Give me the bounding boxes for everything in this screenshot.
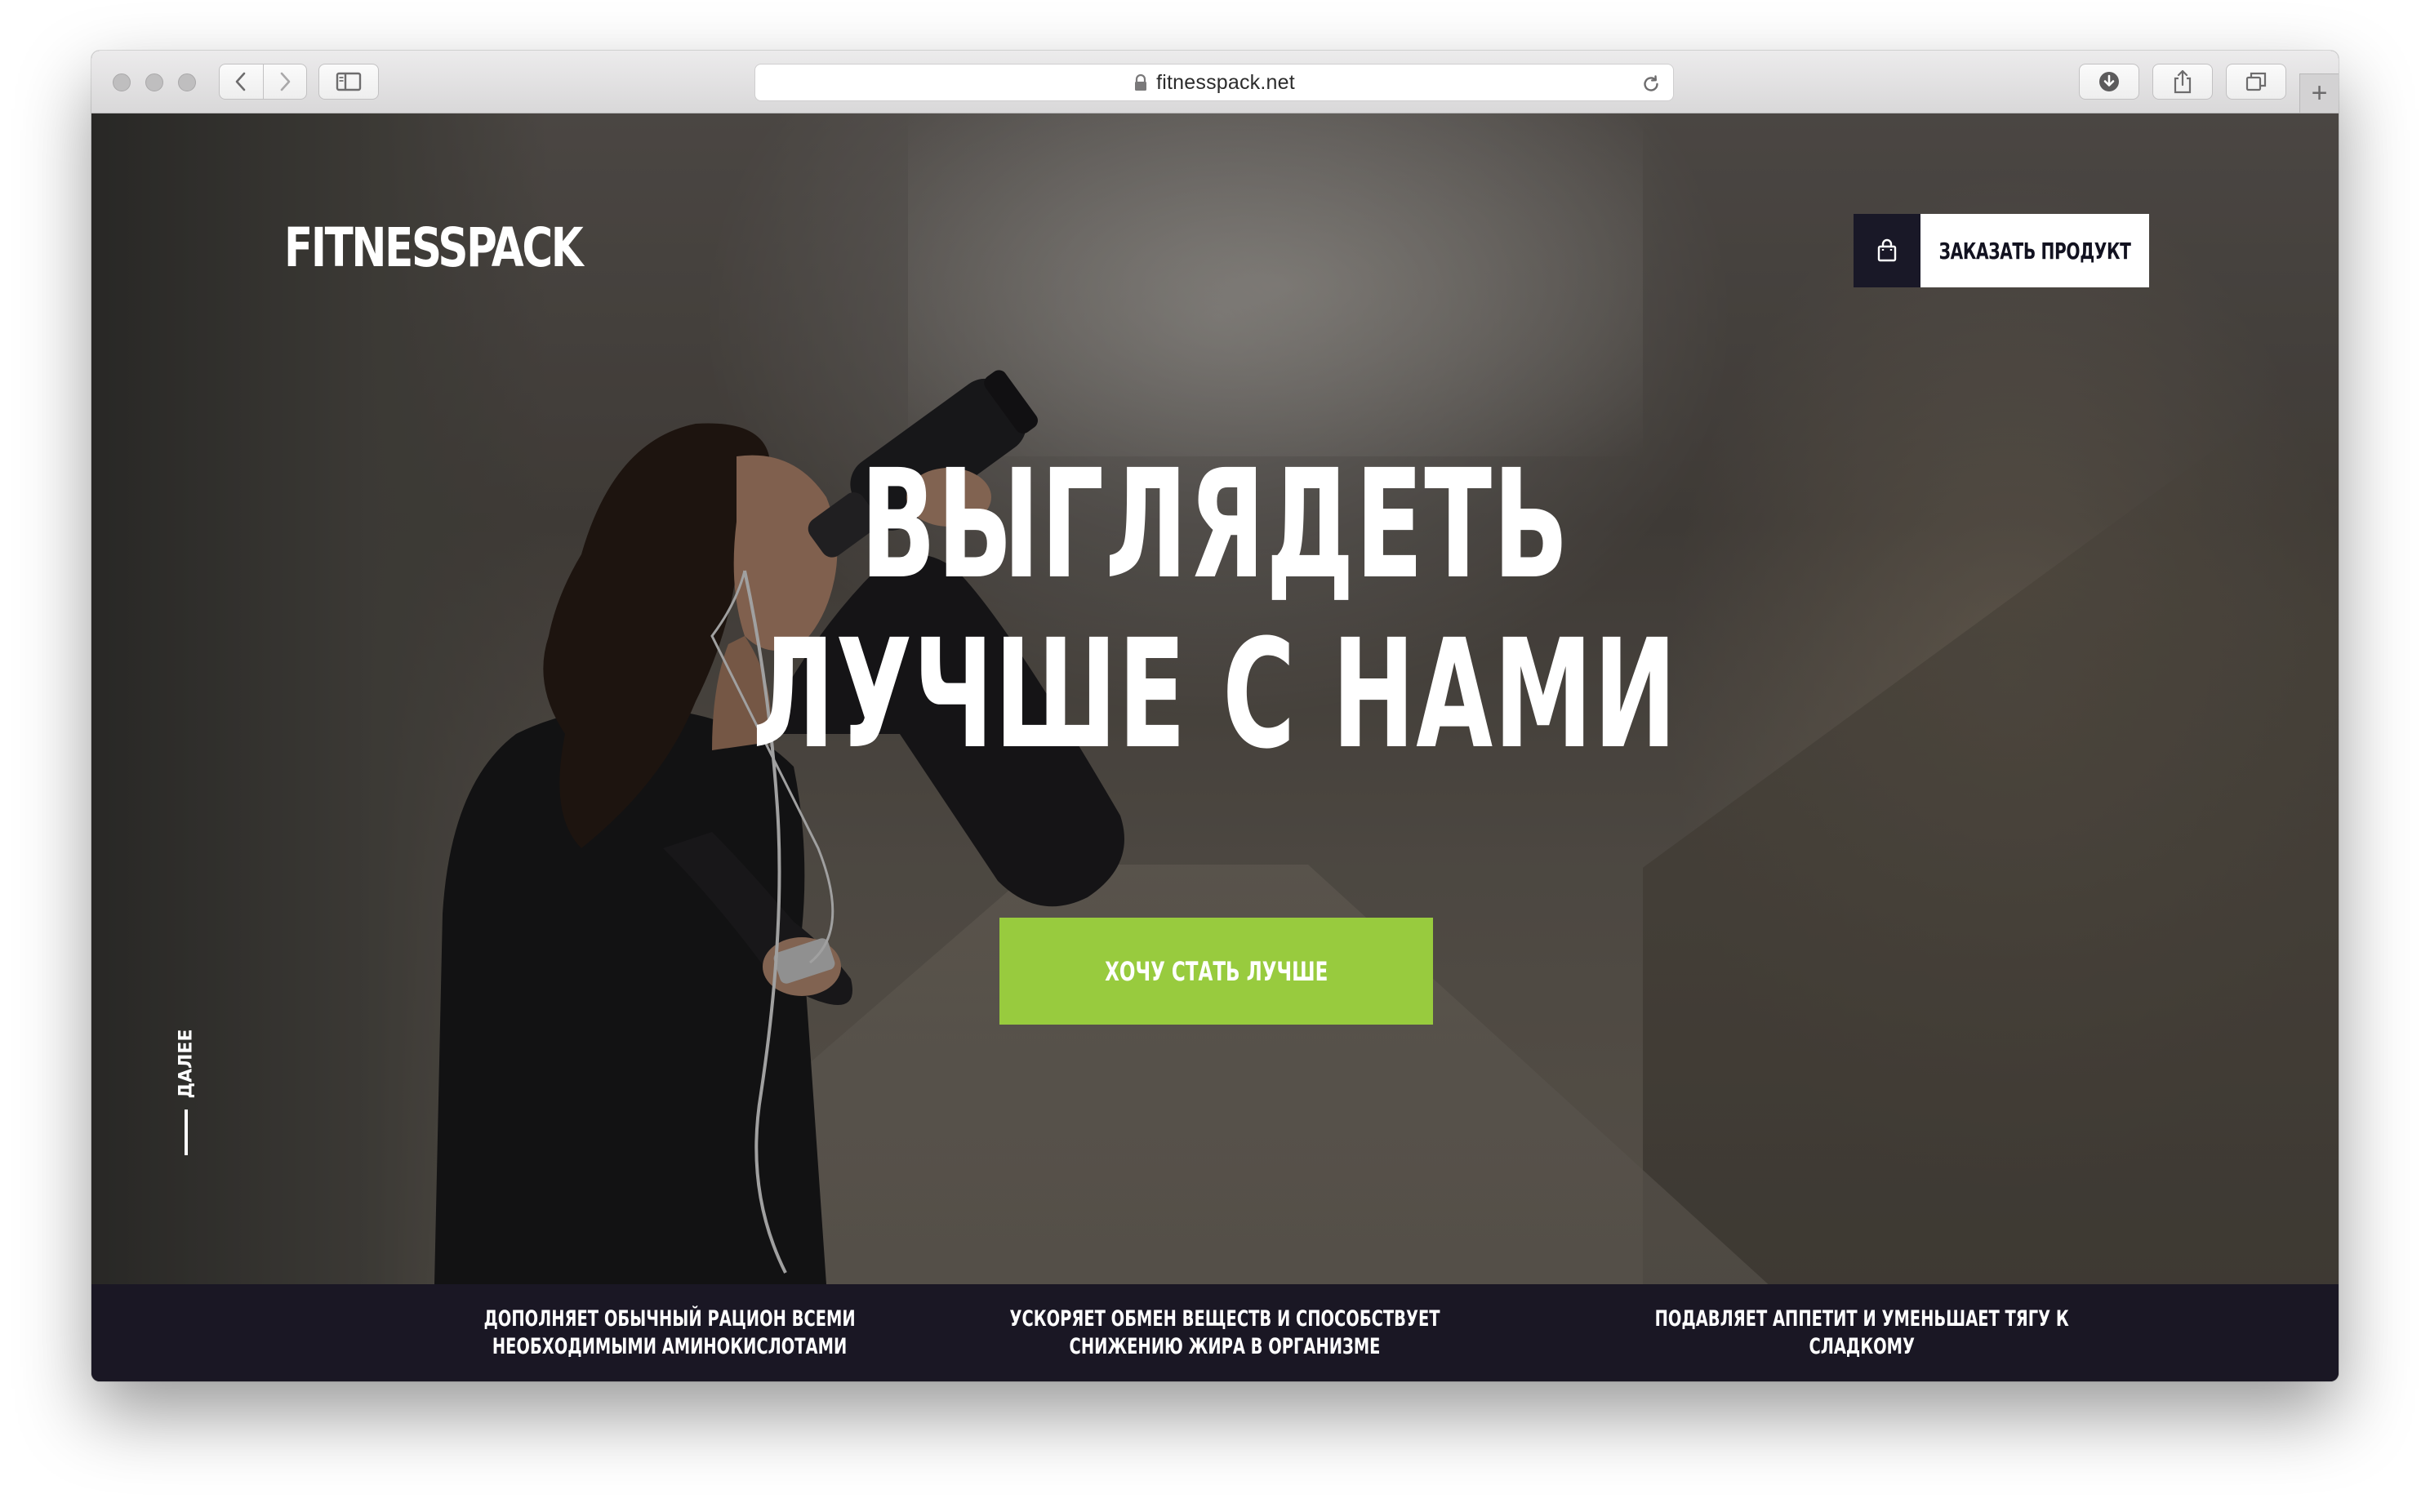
back-button[interactable] <box>220 64 263 99</box>
downloads-button[interactable] <box>2079 64 2139 100</box>
chevron-left-icon <box>235 72 246 91</box>
forward-button[interactable] <box>262 64 307 99</box>
scroll-down-link[interactable]: ДАЛЕЕ <box>162 1029 211 1163</box>
benefit-item: ПОДАВЛЯЕТ АППЕТИТ И УМЕНЬШАЕТ ТЯГУ К СЛА… <box>1551 1284 2172 1381</box>
benefit-line-1: ПОДАВЛЯЕТ АППЕТИТ И УМЕНЬШАЕТ ТЯГУ К <box>1654 1305 2069 1332</box>
new-tab-button[interactable]: + <box>2299 73 2339 113</box>
benefit-line-2: НЕОБХОДИМЫМИ АМИНОКИСЛОТАМИ <box>492 1333 848 1359</box>
hero-headline: ВЫГЛЯДЕТЬ ЛУЧШЕ С НАМИ <box>91 440 2339 780</box>
share-icon <box>2174 69 2192 94</box>
history-navigation <box>219 64 307 100</box>
show-tabs-button[interactable] <box>2226 64 2286 100</box>
browser-window: fitnesspack.net + FITNESSPACK ЗАКАЗАТЬ П… <box>91 51 2339 1381</box>
order-button-label: ЗАКАЗАТЬ ПРОДУКТ <box>1938 237 2131 265</box>
site-logo[interactable]: FITNESSPACK <box>284 211 584 285</box>
lock-icon <box>1135 73 1147 91</box>
close-window-button[interactable] <box>113 73 131 91</box>
benefit-item: ДОПОЛНЯЕТ ОБЫЧНЫЙ РАЦИОН ВСЕМИ НЕОБХОДИМ… <box>359 1284 980 1381</box>
address-bar[interactable]: fitnesspack.net <box>754 64 1674 101</box>
share-button[interactable] <box>2152 64 2213 100</box>
benefits-bar: ДОПОЛНЯЕТ ОБЫЧНЫЙ РАЦИОН ВСЕМИ НЕОБХОДИМ… <box>91 1284 2339 1381</box>
download-icon <box>2099 72 2119 91</box>
url-text: fitnesspack.net <box>1156 70 1295 94</box>
scroll-indicator-line <box>185 1110 188 1155</box>
sidebar-toggle-button[interactable] <box>318 64 379 100</box>
benefit-text: ДОПОЛНЯЕТ ОБЫЧНЫЙ РАЦИОН ВСЕМИ НЕОБХОДИМ… <box>483 1305 855 1361</box>
benefit-line-1: ДОПОЛНЯЕТ ОБЫЧНЫЙ РАЦИОН ВСЕМИ <box>483 1305 856 1332</box>
browser-toolbar: fitnesspack.net + <box>91 51 2339 113</box>
zoom-window-button[interactable] <box>178 73 196 91</box>
benefit-line-1: УСКОРЯЕТ ОБМЕН ВЕЩЕСТВ И СПОСОБСТВУЕТ <box>1009 1305 1440 1332</box>
headline-line-2: ЛУЧШЕ С НАМИ <box>752 607 1678 782</box>
cta-button[interactable]: ХОЧУ СТАТЬ ЛУЧШЕ <box>999 918 1433 1025</box>
headline-line-1: ВЫГЛЯДЕТЬ <box>860 438 1570 612</box>
order-button-icon-box <box>1854 214 1920 287</box>
chevron-right-icon <box>280 72 291 91</box>
order-button-label-box: ЗАКАЗАТЬ ПРОДУКТ <box>1920 214 2149 287</box>
benefit-line-2: СЛАДКОМУ <box>1809 1333 1915 1359</box>
benefit-text: УСКОРЯЕТ ОБМЕН ВЕЩЕСТВ И СПОСОБСТВУЕТ СН… <box>1009 1305 1440 1361</box>
shopping-bag-icon <box>1877 238 1897 262</box>
benefit-item: УСКОРЯЕТ ОБМЕН ВЕЩЕСТВ И СПОСОБСТВУЕТ СН… <box>915 1284 1535 1381</box>
order-product-button[interactable]: ЗАКАЗАТЬ ПРОДУКТ <box>1854 214 2149 287</box>
reload-icon[interactable] <box>1640 73 1662 95</box>
sidebar-icon <box>336 72 362 91</box>
cta-button-label: ХОЧУ СТАТЬ ЛУЧШЕ <box>1104 955 1328 987</box>
benefit-line-2: СНИЖЕНИЮ ЖИРА В ОРГАНИЗМЕ <box>1069 1333 1381 1359</box>
tabs-icon <box>2245 72 2267 91</box>
minimize-window-button[interactable] <box>145 73 163 91</box>
scroll-down-label: ДАЛЕЕ <box>176 1029 197 1099</box>
benefit-text: ПОДАВЛЯЕТ АППЕТИТ И УМЕНЬШАЕТ ТЯГУ К СЛА… <box>1654 1305 2068 1361</box>
hero-section: FITNESSPACK ЗАКАЗАТЬ ПРОДУКТ ВЫГЛЯДЕТЬ Л… <box>91 113 2339 1284</box>
